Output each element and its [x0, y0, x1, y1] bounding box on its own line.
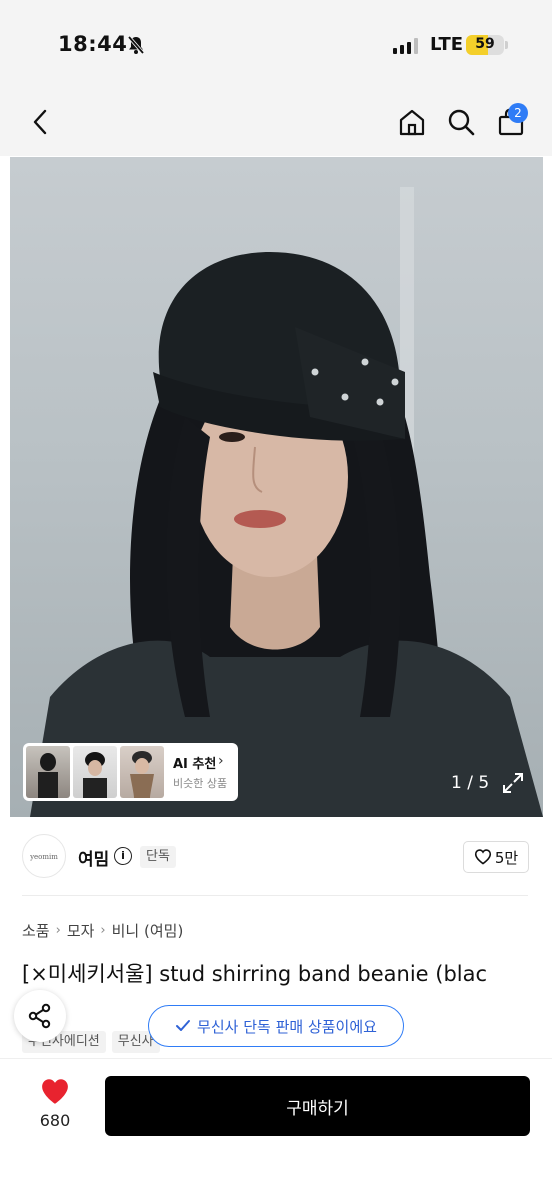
home-icon: [399, 109, 425, 136]
exclusive-badge: 단독: [140, 846, 176, 868]
top-nav: [0, 92, 552, 156]
product-image[interactable]: [10, 157, 543, 817]
chevron-right-icon: ›: [100, 923, 106, 938]
brand-name[interactable]: 여밈: [78, 845, 109, 870]
divider: [22, 895, 528, 896]
share-button[interactable]: [14, 990, 66, 1042]
like-count: 680: [39, 1111, 71, 1130]
like-button[interactable]: 680: [20, 1078, 90, 1130]
ai-thumb-3: [120, 746, 164, 798]
check-icon: [176, 1020, 191, 1031]
cart-button[interactable]: [494, 92, 528, 152]
brand-like-button[interactable]: 5만: [463, 841, 529, 873]
heart-filled-icon: [42, 1079, 68, 1104]
breadcrumb: 소품 › 모자 › 비니 (여밈): [22, 920, 183, 941]
signal-icon: [393, 38, 418, 54]
breadcrumb-item[interactable]: 모자: [67, 920, 95, 941]
bell-slash-icon: [127, 35, 145, 55]
ai-thumb-1: [26, 746, 70, 798]
image-counter: 1 / 5: [451, 773, 490, 793]
back-icon: [33, 109, 47, 135]
back-button[interactable]: [22, 92, 58, 152]
product-title: [×미세키서울] stud shirring band beanie (blac: [22, 962, 488, 986]
search-button[interactable]: [444, 92, 478, 152]
ai-thumb-2: [73, 746, 117, 798]
product-photo: [30, 252, 543, 817]
buy-button[interactable]: 구매하기: [105, 1076, 530, 1136]
toast-text: 무신사 단독 판매 상품이에요: [197, 1017, 377, 1036]
expand-icon[interactable]: [502, 772, 524, 794]
status-bar: 18:44 LTE 59: [0, 0, 552, 92]
info-icon[interactable]: i: [114, 847, 132, 865]
battery-icon: 59: [466, 35, 504, 55]
chevron-right-icon: ›: [218, 753, 224, 769]
brand-logo[interactable]: yeomim: [22, 834, 66, 878]
brand-like-count: 5만: [494, 848, 519, 867]
home-button[interactable]: [395, 92, 429, 152]
battery-tip: [505, 41, 508, 49]
ai-recommend-card[interactable]: AI 추천 비슷한 상품: [23, 743, 238, 801]
breadcrumb-item[interactable]: 소품: [22, 920, 50, 941]
network-label: LTE: [430, 34, 464, 55]
cart-count-badge: 2: [508, 103, 528, 123]
chevron-right-icon: ›: [55, 923, 61, 938]
exclusive-toast: 무신사 단독 판매 상품이에요: [148, 1005, 404, 1047]
ai-card-subtitle: 비슷한 상품: [173, 777, 228, 790]
heart-outline-icon: [474, 849, 491, 865]
breadcrumb-item[interactable]: 비니 (여밈): [112, 920, 184, 941]
share-icon: [28, 1003, 51, 1029]
search-icon: [448, 109, 475, 136]
battery-level: 59: [475, 36, 495, 52]
status-time: 18:44: [58, 32, 128, 56]
